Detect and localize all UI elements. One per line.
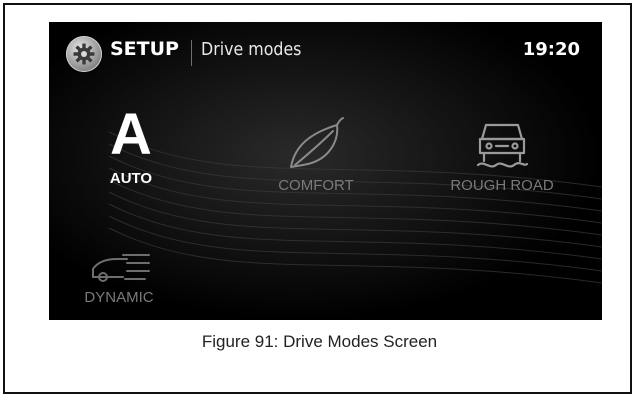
setup-button[interactable] bbox=[66, 36, 102, 72]
mode-rough-road-button[interactable]: ROUGH ROAD bbox=[434, 115, 570, 194]
leaf-icon bbox=[290, 117, 344, 168]
mode-comfort-button[interactable]: COMFORT bbox=[261, 115, 371, 194]
mode-dynamic-label: DYNAMIC bbox=[84, 289, 154, 306]
figure-caption: Figure 91: Drive Modes Screen bbox=[201, 332, 438, 351]
car-offroad-icon bbox=[476, 123, 529, 168]
car-speed-icon bbox=[92, 254, 150, 282]
page-title: Drive modes bbox=[201, 39, 302, 60]
mode-dynamic-button[interactable]: DYNAMIC bbox=[69, 247, 169, 306]
screen-header: SETUP Drive modes 19:20 bbox=[49, 22, 602, 82]
mode-auto-label: AUTO bbox=[109, 170, 153, 187]
header-title: SETUP bbox=[110, 38, 179, 60]
figure-frame: SETUP Drive modes 19:20 A AUTO COMFORT R… bbox=[3, 3, 632, 394]
infotainment-screen: SETUP Drive modes 19:20 A AUTO COMFORT R… bbox=[49, 22, 602, 320]
gear-icon bbox=[73, 43, 95, 65]
header-divider bbox=[191, 40, 192, 66]
clock: 19:20 bbox=[522, 39, 580, 60]
mode-comfort-label: COMFORT bbox=[278, 177, 354, 194]
mode-auto-button[interactable]: A AUTO bbox=[87, 102, 175, 188]
auto-letter-icon: A bbox=[110, 102, 152, 167]
mode-rough-road-label: ROUGH ROAD bbox=[450, 177, 554, 194]
